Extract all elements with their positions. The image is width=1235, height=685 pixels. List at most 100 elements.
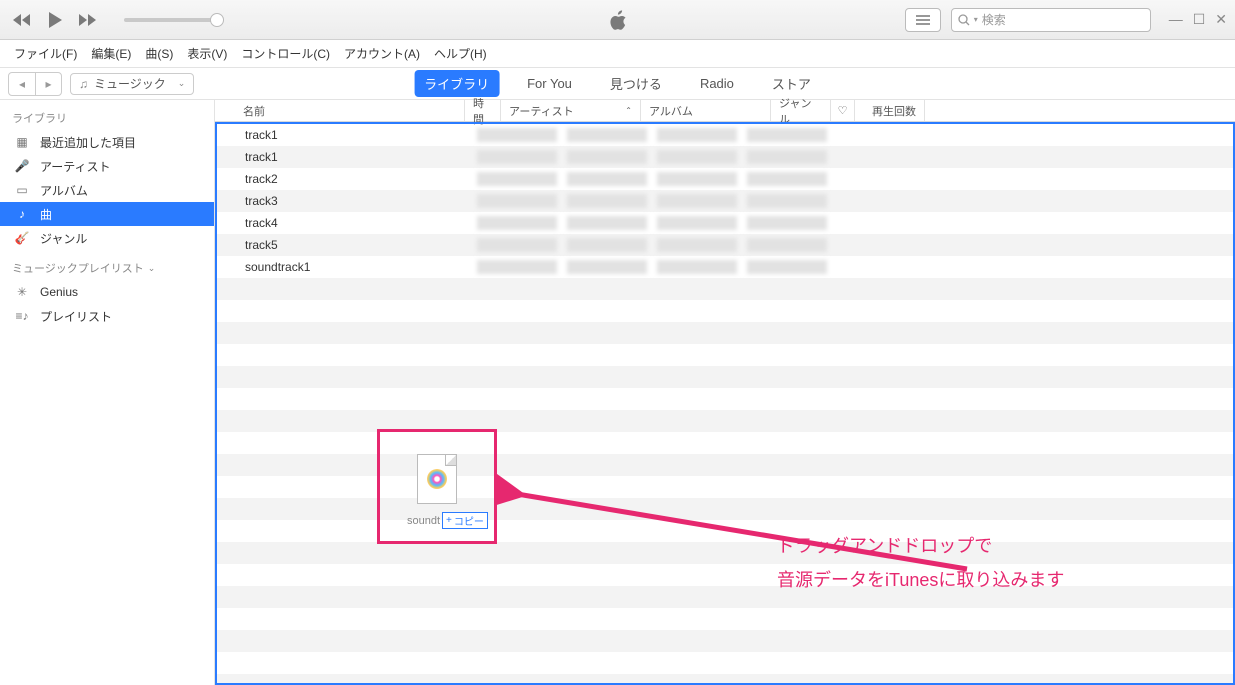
- menu-edit[interactable]: 編集(E): [87, 43, 135, 64]
- sidebar-item-label: 曲: [40, 206, 52, 223]
- playlist-icon: ≡♪: [14, 309, 30, 323]
- col-artist[interactable]: アーティスト ⌃: [501, 100, 641, 121]
- apple-logo-icon: [608, 9, 628, 31]
- sidebar-item-artists[interactable]: 🎤 アーティスト: [0, 154, 214, 178]
- col-plays[interactable]: 再生回数: [855, 100, 925, 121]
- sidebar-library-header: ライブラリ: [0, 106, 214, 130]
- dropdown-icon: ⌄: [178, 78, 186, 89]
- empty-row: [217, 586, 1233, 608]
- search-input[interactable]: ▾ 検索: [951, 8, 1151, 32]
- empty-row: [217, 300, 1233, 322]
- redacted-cell: [657, 194, 737, 208]
- sort-caret-icon: ⌃: [625, 106, 632, 115]
- empty-row: [217, 498, 1233, 520]
- redacted-cell: [657, 128, 737, 142]
- sidebar-item-label: アーティスト: [40, 158, 111, 175]
- redacted-cell: [567, 194, 647, 208]
- next-track-button[interactable]: [78, 13, 98, 27]
- col-album[interactable]: アルバム: [641, 100, 771, 121]
- track-name-cell: track1: [217, 150, 467, 164]
- table-row[interactable]: track4: [217, 212, 1233, 234]
- empty-row: [217, 366, 1233, 388]
- volume-slider[interactable]: [124, 18, 224, 22]
- empty-row: [217, 542, 1233, 564]
- col-genre[interactable]: ジャンル: [771, 100, 831, 121]
- empty-row: [217, 630, 1233, 652]
- mic-icon: 🎤: [14, 159, 30, 173]
- tab-for-you[interactable]: For You: [517, 72, 582, 95]
- table-row[interactable]: track5: [217, 234, 1233, 256]
- media-type-label: ミュージック: [94, 75, 166, 92]
- col-time[interactable]: 時間: [465, 100, 501, 121]
- tab-radio[interactable]: Radio: [690, 72, 744, 95]
- redacted-cell: [657, 172, 737, 186]
- sidebar-item-songs[interactable]: ♪ 曲: [0, 202, 214, 226]
- sidebar-playlist-header[interactable]: ミュージックプレイリスト ⌄: [0, 250, 214, 280]
- search-icon: [958, 14, 970, 26]
- album-icon: ▭: [14, 183, 30, 197]
- track-name-cell: track5: [217, 238, 467, 252]
- column-headers: 名前 時間 アーティスト ⌃ アルバム ジャンル ♡ 再生回数: [215, 100, 1235, 122]
- sidebar-item-genius[interactable]: ✳ Genius: [0, 280, 214, 304]
- redacted-cell: [747, 150, 827, 164]
- empty-row: [217, 520, 1233, 542]
- back-forward-buttons: ◂ ▸: [8, 72, 62, 96]
- redacted-cell: [477, 128, 557, 142]
- empty-row: [217, 608, 1233, 630]
- redacted-cell: [657, 238, 737, 252]
- menu-view[interactable]: 表示(V): [183, 43, 231, 64]
- tab-library[interactable]: ライブラリ: [414, 70, 499, 97]
- sidebar-item-playlist[interactable]: ≡♪ プレイリスト: [0, 304, 214, 328]
- menu-help[interactable]: ヘルプ(H): [430, 43, 491, 64]
- prev-track-button[interactable]: [12, 13, 32, 27]
- sidebar-item-label: 最近追加した項目: [40, 134, 136, 151]
- annotation-text: ドラッグアンドドロップで 音源データをiTunesに取り込みます: [777, 529, 1064, 597]
- minimize-button[interactable]: —: [1169, 11, 1183, 28]
- menu-song[interactable]: 曲(S): [141, 43, 177, 64]
- empty-row: [217, 564, 1233, 586]
- col-name[interactable]: 名前: [215, 100, 465, 121]
- menu-file[interactable]: ファイル(F): [10, 43, 81, 64]
- close-button[interactable]: ✕: [1215, 11, 1227, 28]
- sidebar-item-genres[interactable]: 🎸 ジャンル: [0, 226, 214, 250]
- list-view-button[interactable]: [905, 8, 941, 32]
- redacted-cell: [747, 216, 827, 230]
- track-list-area[interactable]: track1 track1 track2track3track4 track5 soun…: [215, 122, 1235, 685]
- redacted-cell: [567, 260, 647, 274]
- sidebar-item-albums[interactable]: ▭ アルバム: [0, 178, 214, 202]
- maximize-button[interactable]: ☐: [1193, 11, 1206, 28]
- atom-icon: ✳: [14, 285, 30, 299]
- genre-icon: 🎸: [14, 231, 30, 245]
- table-row[interactable]: track1: [217, 146, 1233, 168]
- play-button[interactable]: [46, 11, 64, 29]
- forward-button[interactable]: ▸: [35, 73, 61, 95]
- redacted-cell: [567, 238, 647, 252]
- redacted-cell: [567, 216, 647, 230]
- back-button[interactable]: ◂: [9, 73, 35, 95]
- menu-account[interactable]: アカウント(A): [340, 43, 424, 64]
- table-row[interactable]: soundtrack1: [217, 256, 1233, 278]
- plus-icon: +: [446, 515, 452, 526]
- table-row[interactable]: track3: [217, 190, 1233, 212]
- redacted-cell: [477, 238, 557, 252]
- empty-row: [217, 476, 1233, 498]
- table-row[interactable]: track2: [217, 168, 1233, 190]
- note-icon: ♪: [14, 207, 30, 221]
- media-type-select[interactable]: ♫ ミュージック ⌄: [70, 73, 194, 95]
- empty-row: [217, 410, 1233, 432]
- content-area: 名前 時間 アーティスト ⌃ アルバム ジャンル ♡ 再生回数 track1tr…: [215, 100, 1235, 685]
- empty-row: [217, 674, 1233, 685]
- redacted-cell: [477, 260, 557, 274]
- empty-row: [217, 652, 1233, 674]
- sidebar-item-recent[interactable]: ▦ 最近追加した項目: [0, 130, 214, 154]
- tab-store[interactable]: ストア: [762, 70, 821, 97]
- table-row[interactable]: track1: [217, 124, 1233, 146]
- tab-discover[interactable]: 見つける: [600, 70, 672, 97]
- redacted-cell: [477, 194, 557, 208]
- empty-row: [217, 454, 1233, 476]
- redacted-cell: [747, 128, 827, 142]
- col-love[interactable]: ♡: [831, 100, 855, 121]
- redacted-cell: [747, 194, 827, 208]
- redacted-cell: [567, 172, 647, 186]
- menu-control[interactable]: コントロール(C): [237, 43, 334, 64]
